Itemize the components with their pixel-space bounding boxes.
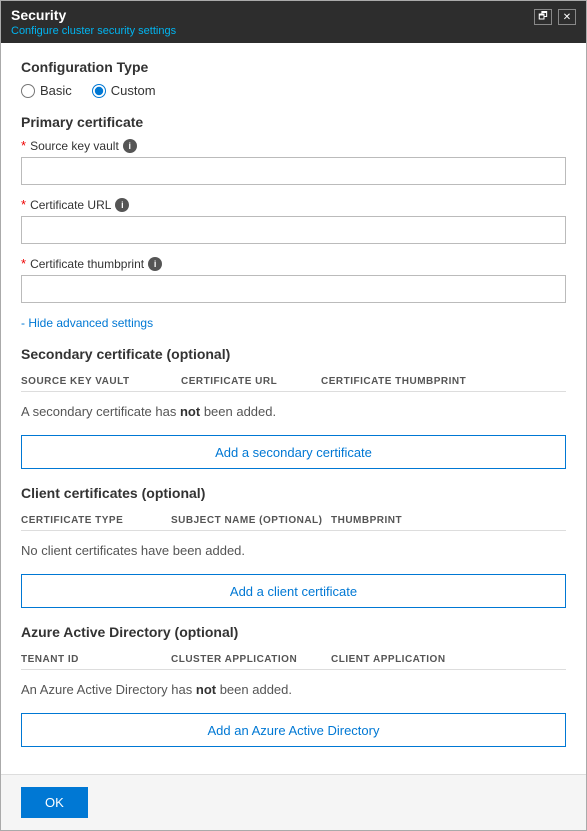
secondary-col-source: SOURCE KEY VAULT [21, 376, 181, 387]
secondary-col-url: CERTIFICATE URL [181, 376, 321, 387]
azure-ad-section: Azure Active Directory (optional) TENANT… [21, 624, 566, 747]
close-button[interactable]: ✕ [558, 9, 576, 25]
primary-cert-title: Primary certificate [21, 114, 566, 130]
config-type-group: Configuration Type Basic Custom [21, 59, 566, 98]
azure-ad-empty-message: An Azure Active Directory has not been a… [21, 674, 566, 705]
certificate-url-label: * Certificate URL i [21, 197, 566, 212]
source-key-vault-group: * Source key vault i [21, 138, 566, 185]
title-bar-info: Security Configure cluster security sett… [11, 7, 176, 37]
client-certs-table-header: CERTIFICATE TYPE SUBJECT NAME (OPTIONAL)… [21, 509, 566, 531]
required-star-3: * [21, 256, 26, 271]
secondary-cert-title: Secondary certificate (optional) [21, 346, 566, 362]
certificate-thumbprint-input[interactable] [21, 275, 566, 303]
required-star-1: * [21, 138, 26, 153]
azure-empty-suffix: been added. [220, 682, 292, 697]
client-certs-title: Client certificates (optional) [21, 485, 566, 501]
source-key-vault-input[interactable] [21, 157, 566, 185]
radio-custom[interactable]: Custom [92, 83, 156, 98]
client-col-subject: SUBJECT NAME (OPTIONAL) [171, 515, 331, 526]
primary-cert-section: Primary certificate * Source key vault i… [21, 114, 566, 342]
azure-ad-table-header: TENANT ID CLUSTER APPLICATION CLIENT APP… [21, 648, 566, 670]
secondary-cert-table-header: SOURCE KEY VAULT CERTIFICATE URL CERTIFI… [21, 370, 566, 392]
source-key-vault-text: Source key vault [30, 139, 119, 153]
certificate-url-info-icon: i [115, 198, 129, 212]
radio-basic-input[interactable] [21, 84, 35, 98]
secondary-cert-section: Secondary certificate (optional) SOURCE … [21, 346, 566, 469]
source-key-vault-info-icon: i [123, 139, 137, 153]
secondary-empty-prefix: A secondary certificate has [21, 404, 176, 419]
restore-button[interactable]: 🗗 [534, 9, 552, 25]
client-empty-message: No client certificates have been added. [21, 543, 245, 558]
azure-col-client: CLIENT APPLICATION [331, 654, 566, 665]
azure-col-tenant: TENANT ID [21, 654, 171, 665]
ok-button[interactable]: OK [21, 787, 88, 818]
radio-basic[interactable]: Basic [21, 83, 72, 98]
config-type-radio-group: Basic Custom [21, 83, 566, 98]
certificate-url-group: * Certificate URL i [21, 197, 566, 244]
source-key-vault-label: * Source key vault i [21, 138, 566, 153]
secondary-col-thumbprint: CERTIFICATE THUMBPRINT [321, 376, 566, 387]
add-client-cert-button[interactable]: Add a client certificate [21, 574, 566, 608]
required-star-2: * [21, 197, 26, 212]
azure-empty-prefix: An Azure Active Directory has [21, 682, 192, 697]
client-certs-empty-message: No client certificates have been added. [21, 535, 566, 566]
certificate-thumbprint-info-icon: i [148, 257, 162, 271]
radio-basic-label: Basic [40, 83, 72, 98]
hide-advanced-link[interactable]: - Hide advanced settings [21, 316, 153, 330]
title-bar: Security Configure cluster security sett… [1, 1, 586, 43]
azure-col-cluster: CLUSTER APPLICATION [171, 654, 331, 665]
certificate-thumbprint-label: * Certificate thumbprint i [21, 256, 566, 271]
certificate-url-input[interactable] [21, 216, 566, 244]
footer: OK [1, 774, 586, 830]
client-certs-section: Client certificates (optional) CERTIFICA… [21, 485, 566, 608]
radio-custom-label: Custom [111, 83, 156, 98]
window-controls: 🗗 ✕ [534, 9, 576, 25]
add-azure-ad-button[interactable]: Add an Azure Active Directory [21, 713, 566, 747]
security-window: Security Configure cluster security sett… [0, 0, 587, 831]
client-col-type: CERTIFICATE TYPE [21, 515, 171, 526]
certificate-thumbprint-group: * Certificate thumbprint i [21, 256, 566, 303]
certificate-url-text: Certificate URL [30, 198, 111, 212]
azure-empty-bold: not [196, 682, 220, 697]
content-area: Configuration Type Basic Custom Primary … [1, 43, 586, 774]
azure-ad-title: Azure Active Directory (optional) [21, 624, 566, 640]
secondary-cert-empty-message: A secondary certificate has not been add… [21, 396, 566, 427]
secondary-empty-bold: not [180, 404, 204, 419]
config-type-title: Configuration Type [21, 59, 566, 75]
client-col-thumbprint: THUMBPRINT [331, 515, 566, 526]
window-title: Security [11, 7, 176, 23]
radio-custom-input[interactable] [92, 84, 106, 98]
certificate-thumbprint-text: Certificate thumbprint [30, 257, 144, 271]
add-secondary-cert-button[interactable]: Add a secondary certificate [21, 435, 566, 469]
window-subtitle: Configure cluster security settings [11, 25, 176, 37]
secondary-empty-suffix: been added. [204, 404, 276, 419]
